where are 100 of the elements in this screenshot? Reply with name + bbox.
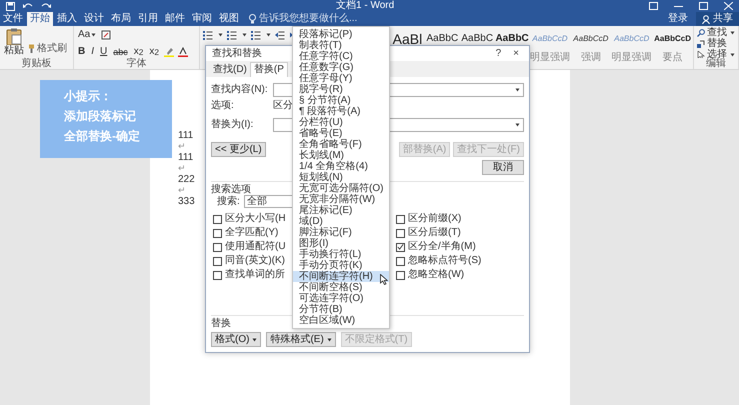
checkbox-label: 区分后缀(T) xyxy=(408,227,461,239)
change-case-button[interactable]: Aa xyxy=(77,28,98,40)
paragraph-text: 222 xyxy=(178,174,195,185)
close-button[interactable]: × xyxy=(507,47,525,60)
menu-item[interactable]: 不间断空格(S) xyxy=(293,282,389,293)
ribbon-tab[interactable]: 文件 xyxy=(0,12,26,26)
checkbox-label: 使用通配符(U xyxy=(225,241,286,253)
group-label: 剪贴板 xyxy=(22,58,52,69)
menu-item[interactable]: 1/4 全角空格(4) xyxy=(293,161,389,172)
paragraph-text: 111 xyxy=(178,152,194,163)
menu-item[interactable]: 图形(I) xyxy=(293,238,389,249)
style-tile[interactable]: AaBbCcD 强调 xyxy=(570,28,612,69)
ribbon-tab[interactable]: 设计 xyxy=(81,12,107,26)
menu-item[interactable]: 任意数字(G) xyxy=(293,62,389,73)
checkbox[interactable] xyxy=(396,214,405,224)
checkbox-label: 查找单词的所 xyxy=(225,269,285,281)
ribbon-tab[interactable]: 视图 xyxy=(216,12,242,26)
menu-item[interactable]: 空白区域(W) xyxy=(293,315,389,326)
search-label: 搜索: xyxy=(217,196,240,208)
ribbon-tab[interactable]: 审阅 xyxy=(189,12,215,26)
replace-button[interactable]: 替换 xyxy=(697,38,735,49)
dialog-button[interactable]: 格式(O) xyxy=(211,332,262,347)
format-button[interactable]: B xyxy=(77,46,86,58)
sign-in-link[interactable]: 登录 xyxy=(668,12,688,26)
menu-item[interactable]: 长划线(M) xyxy=(293,150,389,161)
undo-icon[interactable] xyxy=(23,2,33,10)
paragraph-mark: ↵ xyxy=(178,185,186,196)
menu-item[interactable]: § 分节符(A) xyxy=(293,95,389,106)
format-button[interactable]: abc xyxy=(112,46,129,58)
style-tile[interactable]: AaBbCcD 要点 xyxy=(652,28,693,69)
close-icon[interactable] xyxy=(724,2,733,10)
help-button[interactable]: ? xyxy=(490,47,508,60)
group-label: 编辑 xyxy=(706,58,726,69)
menu-item[interactable]: 省略号(E) xyxy=(293,128,389,139)
menu-item[interactable]: 任意字符(C) xyxy=(293,51,389,62)
multilevel-list-icon[interactable] xyxy=(251,30,261,40)
menu-item[interactable]: 任意字母(Y) xyxy=(293,73,389,84)
format-painter-button[interactable]: 格式刷 xyxy=(27,43,67,54)
menu-item[interactable]: 分栏符(U) xyxy=(293,117,389,128)
format-button[interactable]: U xyxy=(99,46,108,58)
find-button[interactable]: 查找 xyxy=(697,27,735,38)
checkbox[interactable] xyxy=(213,242,222,252)
bullet-list-icon[interactable] xyxy=(203,30,213,40)
options-text: 区分 xyxy=(273,100,293,112)
numbered-list-icon[interactable] xyxy=(227,30,237,40)
paste-button[interactable]: 粘贴 xyxy=(3,27,25,57)
paragraph-mark: ↵ xyxy=(178,141,186,152)
menu-item[interactable]: 分节符(B) xyxy=(293,304,389,315)
menu-item[interactable]: 短划线(N) xyxy=(293,172,389,183)
checkbox[interactable] xyxy=(213,214,222,224)
checkbox[interactable] xyxy=(213,228,222,238)
menu-item[interactable]: 不间断连字符(H) xyxy=(293,271,389,282)
dialog-button[interactable]: 特殊格式(E) xyxy=(266,332,336,347)
maximize-icon[interactable] xyxy=(699,2,708,10)
tell-me-field[interactable]: 告诉我您想要做什么... xyxy=(259,12,358,26)
ribbon-options-icon[interactable] xyxy=(649,2,658,10)
less-button[interactable]: << 更少(L) xyxy=(211,142,266,157)
field-label: 查找内容(N): xyxy=(211,84,269,96)
person-icon xyxy=(702,14,710,24)
ribbon-tab[interactable]: 布局 xyxy=(108,12,134,26)
redo-icon[interactable] xyxy=(41,2,51,10)
share-button[interactable]: 共享 xyxy=(696,12,739,26)
menu-item[interactable]: 手动换行符(L) xyxy=(293,249,389,260)
menu-item[interactable]: 域(D) xyxy=(293,216,389,227)
menu-item[interactable]: 可选连字符(O) xyxy=(293,293,389,304)
menu-item[interactable]: 制表符(T) xyxy=(293,40,389,51)
menu-item[interactable]: 手动分页符(K) xyxy=(293,260,389,271)
menu-item[interactable]: 脱字号(R) xyxy=(293,84,389,95)
format-button[interactable]: I xyxy=(90,46,96,58)
decrease-indent-icon[interactable] xyxy=(275,30,286,40)
dialog-tab[interactable]: 替换(P xyxy=(250,62,288,77)
ribbon-tab[interactable]: 邮件 xyxy=(162,12,188,26)
checkbox-label: 忽略空格(W) xyxy=(408,269,464,281)
checkbox[interactable] xyxy=(213,270,222,280)
caret-icon xyxy=(266,32,271,36)
menu-item[interactable]: 尾注标记(E) xyxy=(293,205,389,216)
ribbon-tab[interactable]: 插入 xyxy=(54,12,80,26)
ribbon-tab[interactable]: 引用 xyxy=(135,12,161,26)
highlight-icon[interactable] xyxy=(164,46,174,56)
clear-format-icon[interactable] xyxy=(101,30,112,40)
dialog-button[interactable]: 取消 xyxy=(482,160,524,175)
dialog-tab[interactable]: 查找(D) xyxy=(210,63,250,77)
checkbox[interactable] xyxy=(213,256,222,266)
menu-item[interactable]: 段落标记(P) xyxy=(293,29,389,40)
checkbox[interactable] xyxy=(396,228,405,238)
options-label: 选项: xyxy=(211,100,235,112)
menu-item[interactable]: 全角省略号(F) xyxy=(293,139,389,150)
save-icon[interactable] xyxy=(6,2,15,10)
font-color-icon[interactable] xyxy=(178,46,188,56)
menu-item[interactable]: 脚注标记(F) xyxy=(293,227,389,238)
checkbox[interactable] xyxy=(396,270,405,280)
menu-item[interactable]: ¶ 段落符号(A) xyxy=(293,106,389,117)
tip-text: 小提示： xyxy=(64,89,112,103)
checkbox[interactable] xyxy=(396,256,405,266)
checkbox[interactable] xyxy=(396,242,405,252)
caret-icon xyxy=(515,88,520,92)
dialog-title: 查找和替换 xyxy=(212,47,262,60)
ribbon-tab[interactable]: 开始 xyxy=(27,12,53,26)
menu-item[interactable]: 无宽可选分隔符(O) xyxy=(293,183,389,194)
paragraph-text: 333 xyxy=(178,196,195,207)
